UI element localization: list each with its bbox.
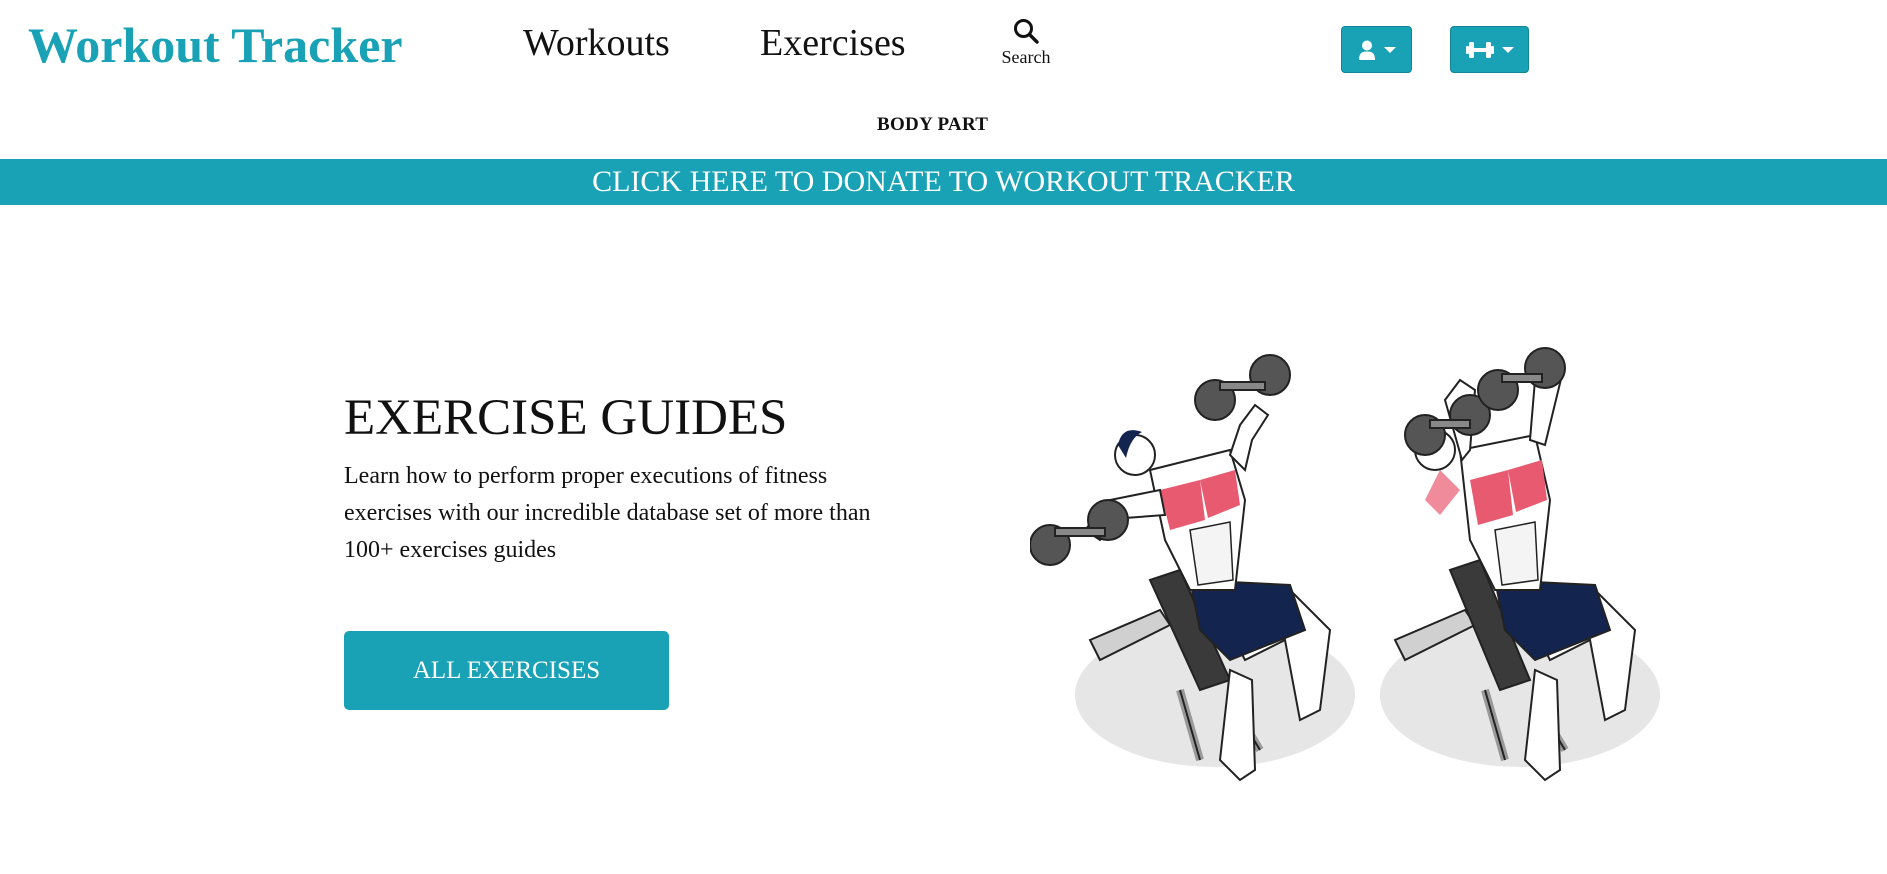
figure-incline-fly (1030, 354, 1355, 782)
all-exercises-button[interactable]: ALL EXERCISES (344, 631, 669, 710)
nav-exercises[interactable]: Exercises (760, 18, 906, 68)
search-icon (1014, 19, 1039, 44)
hero-description: Learn how to perform proper executions o… (344, 463, 871, 563)
search-label: Search (1001, 47, 1051, 67)
nav-workouts[interactable]: Workouts (523, 18, 670, 68)
chevron-down-icon (1383, 46, 1396, 53)
chevron-down-icon (1501, 46, 1514, 53)
user-menu-button[interactable] (1341, 26, 1412, 73)
exercise-illustration (1030, 347, 1660, 782)
donate-banner[interactable]: CLICK HERE TO DONATE TO WORKOUT TRACKER (0, 159, 1887, 205)
user-icon (1358, 40, 1375, 60)
hero-title: EXERCISE GUIDES (344, 390, 788, 446)
workout-menu-button[interactable] (1450, 26, 1529, 73)
nav-body-part[interactable]: BODY PART (877, 113, 988, 137)
figure-incline-press (1380, 347, 1660, 782)
search-button[interactable]: Search (996, 18, 1056, 68)
brand-logo[interactable]: Workout Tracker (28, 14, 403, 76)
dumbbell-icon (1465, 41, 1494, 58)
page: Workout Tracker Workouts Exercises Searc… (0, 0, 1887, 874)
